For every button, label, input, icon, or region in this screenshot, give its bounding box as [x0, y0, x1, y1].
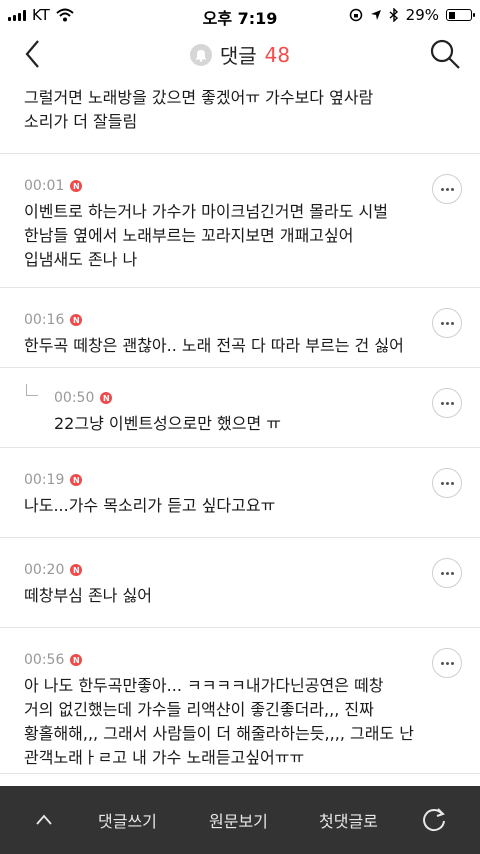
comment-meta: 00:19 N [24, 472, 83, 488]
refresh-button[interactable] [420, 806, 448, 834]
new-badge: N [70, 314, 83, 326]
comment-meta: 00:20 N [24, 562, 83, 578]
comment-time: 00:19 [24, 472, 65, 488]
rotation-lock-icon [349, 8, 362, 22]
comment-item: 00:19 N 나도...가수 목소리가 듣고 싶다고요ㅠ [0, 448, 480, 538]
comment-item: 그럴거면 노래방을 갔으면 좋겠어ㅠ 가수보다 옆사람 소리가 더 잘들림 [0, 78, 480, 154]
comment-text: 나도...가수 목소리가 듣고 싶다고요ㅠ [24, 496, 276, 515]
comment-meta: 00:01 N [24, 178, 83, 194]
chevron-up-icon [36, 814, 52, 825]
battery-icon [446, 9, 475, 21]
comment-text: 한두곡 떼창은 괜찮아.. 노래 전곡 다 따라 부르는 건 싫어 [24, 336, 404, 355]
search-icon [430, 39, 460, 69]
new-badge: N [70, 654, 83, 666]
comment-time: 00:50 [54, 390, 95, 406]
bluetooth-icon [389, 8, 398, 22]
search-button[interactable] [428, 36, 462, 72]
reply-item: 00:50 N 22그냥 이벤트성으로만 했으면 ㅠ [0, 368, 480, 448]
comment-text: 22그냥 이벤트성으로만 했으면 ㅠ [54, 414, 281, 433]
comment-text: 그럴거면 노래방을 갔으면 좋겠어ㅠ 가수보다 옆사람 소리가 더 잘들림 [24, 88, 374, 131]
more-options-button[interactable] [432, 648, 462, 678]
comment-item: 00:20 N 떼창부심 존나 싫어 [0, 538, 480, 628]
new-badge: N [70, 180, 83, 192]
more-options-button[interactable] [432, 308, 462, 338]
comment-list: 그럴거면 노래방을 갔으면 좋겠어ㅠ 가수보다 옆사람 소리가 더 잘들림 00… [0, 78, 480, 786]
new-badge: N [100, 392, 113, 404]
more-options-button[interactable] [432, 174, 462, 204]
page-title: 댓글 48 [0, 40, 480, 69]
comment-meta: 00:50 N [54, 390, 113, 406]
comment-item: 00:56 N 아 나도 한두곡만좋아... ㅋㅋㅋㅋ내가다닌공연은 떼창 거의… [0, 628, 480, 774]
bottom-toolbar: 댓글쓰기 원문보기 첫댓글로 [0, 786, 480, 854]
reply-arrow-icon [26, 384, 38, 396]
comment-time: 00:56 [24, 652, 65, 668]
comment-meta: 00:56 N [24, 652, 83, 668]
comment-item: 00:01 N 이벤트로 하는거나 가수가 마이크넘긴거면 몰라도 시벌 한남들… [0, 154, 480, 288]
write-comment-button[interactable]: 댓글쓰기 [98, 808, 157, 832]
comment-text: 떼창부심 존나 싫어 [24, 586, 152, 605]
comment-text: 이벤트로 하는거나 가수가 마이크넘긴거면 몰라도 시벌 한남들 옆에서 노래부… [24, 202, 388, 269]
scroll-top-button[interactable] [34, 810, 54, 830]
more-options-button[interactable] [432, 468, 462, 498]
new-badge: N [70, 564, 83, 576]
view-original-button[interactable]: 원문보기 [209, 808, 268, 832]
more-options-button[interactable] [432, 558, 462, 588]
refresh-icon [423, 808, 445, 832]
more-options-button[interactable] [432, 388, 462, 418]
comment-time: 00:20 [24, 562, 65, 578]
status-bar: KT 오후 7:19 29% [0, 0, 480, 30]
title-label: 댓글 [219, 44, 257, 68]
comment-item: 00:16 N 한두곡 떼창은 괜찮아.. 노래 전곡 다 따라 부르는 건 싫… [0, 288, 480, 368]
comment-time: 00:16 [24, 312, 65, 328]
comment-meta: 00:16 N [24, 312, 83, 328]
header: 댓글 48 [0, 30, 480, 78]
comment-text: 아 나도 한두곡만좋아... ㅋㅋㅋㅋ내가다닌공연은 떼창 거의 없긴했는데 가… [24, 676, 414, 767]
bell-icon [189, 43, 212, 66]
first-comment-button[interactable]: 첫댓글로 [319, 808, 378, 832]
comment-count: 48 [264, 42, 291, 67]
new-badge: N [70, 474, 83, 486]
battery-percent: 29% [405, 6, 439, 24]
location-icon [370, 10, 381, 20]
status-right: 29% [349, 6, 475, 24]
comment-time: 00:01 [24, 178, 65, 194]
